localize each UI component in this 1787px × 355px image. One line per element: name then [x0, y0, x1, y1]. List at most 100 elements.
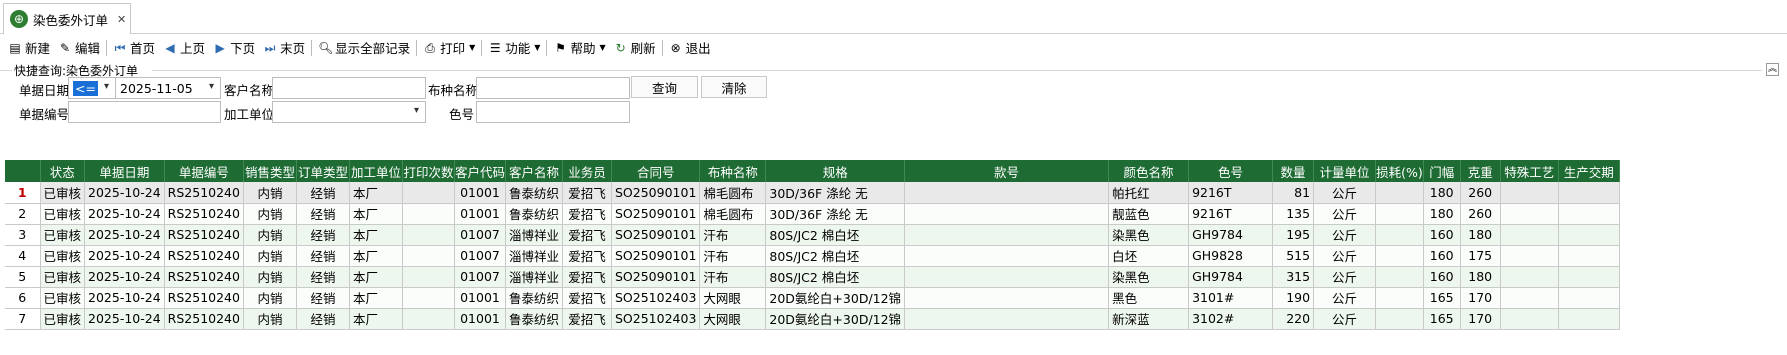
column-header[interactable]: 色号 — [1188, 160, 1274, 182]
cell-fabric[interactable]: 汗布 — [699, 245, 767, 267]
cell-unit[interactable]: 公斤 — [1313, 266, 1377, 288]
cell-delivery[interactable] — [1558, 182, 1620, 204]
cell-unit[interactable]: 公斤 — [1313, 308, 1377, 330]
column-header[interactable]: 加工单位 — [349, 160, 403, 182]
cell-special[interactable] — [1500, 203, 1559, 225]
cell-color[interactable]: 黑色 — [1108, 287, 1190, 309]
cell-width[interactable]: 160 — [1423, 224, 1461, 246]
cell-status[interactable]: 已审核 — [40, 203, 86, 225]
cell-order[interactable]: 经销 — [296, 203, 350, 225]
cell-cust[interactable]: 鲁泰纺织 — [505, 203, 564, 225]
cell-special[interactable] — [1500, 266, 1559, 288]
cell-width[interactable]: 165 — [1423, 287, 1461, 309]
cell-sale[interactable]: 内销 — [243, 266, 297, 288]
table-row[interactable]: 4 已审核 2025-10-24 RS2510240 内销 经销 本厂 01007 淄博祥业 爱招… — [5, 245, 1620, 267]
cell-width[interactable]: 165 — [1423, 308, 1461, 330]
show-all-button[interactable]: 🔍︎ 显示全部记录 — [314, 37, 414, 59]
cell-doc[interactable]: RS2510240 — [164, 203, 244, 225]
cell-code[interactable]: 01001 — [454, 287, 506, 309]
cell-code[interactable]: 01007 — [454, 224, 506, 246]
cell-print[interactable] — [402, 266, 455, 288]
cell-spec[interactable]: 30D/36F 涤纶 无 — [765, 182, 906, 204]
cell-color[interactable]: 染黑色 — [1108, 224, 1190, 246]
cell-style[interactable] — [904, 224, 1110, 246]
cell-weight[interactable]: 260 — [1460, 182, 1501, 204]
column-header[interactable]: 打印次数 — [402, 160, 455, 182]
cell-sale[interactable]: 内销 — [243, 182, 297, 204]
cell-sales[interactable]: 爱招飞 — [562, 308, 612, 330]
cell-proc[interactable]: 本厂 — [349, 308, 403, 330]
column-header[interactable]: 克重 — [1460, 160, 1501, 182]
column-header[interactable]: 业务员 — [562, 160, 612, 182]
cell-sales[interactable]: 爱招飞 — [562, 287, 612, 309]
cell-loss[interactable] — [1375, 224, 1424, 246]
cell-qty[interactable]: 515 — [1272, 245, 1315, 267]
column-header[interactable]: 门幅 — [1423, 160, 1461, 182]
cell-color[interactable]: 帕托红 — [1108, 182, 1190, 204]
cell-special[interactable] — [1500, 224, 1559, 246]
cell-order[interactable]: 经销 — [296, 287, 350, 309]
refresh-button[interactable]: ↻ 刷新 — [610, 37, 660, 59]
column-header[interactable]: 数量 — [1272, 160, 1315, 182]
cell-width[interactable]: 160 — [1423, 245, 1461, 267]
cell-color-no[interactable]: 9216T — [1188, 182, 1274, 204]
column-header[interactable]: 颜色名称 — [1108, 160, 1190, 182]
last-page-button[interactable]: ⏭ 末页 — [259, 37, 309, 59]
cell-color-no[interactable]: GH9828 — [1188, 245, 1274, 267]
cell-color-no[interactable]: 3101# — [1188, 287, 1274, 309]
cell-print[interactable] — [402, 245, 455, 267]
tab-dye-outsource-order[interactable]: ⊕ 染色委外订单 ✕ — [3, 3, 131, 34]
cell-qty[interactable]: 135 — [1272, 203, 1315, 225]
first-page-button[interactable]: ⏮ 首页 — [109, 37, 159, 59]
cell-sale[interactable]: 内销 — [243, 203, 297, 225]
cell-cust[interactable]: 鲁泰纺织 — [505, 287, 564, 309]
cell-status[interactable]: 已审核 — [40, 224, 86, 246]
cell-proc[interactable]: 本厂 — [349, 224, 403, 246]
cell-qty[interactable]: 220 — [1272, 308, 1315, 330]
cell-special[interactable] — [1500, 182, 1559, 204]
cell-fabric[interactable]: 汗布 — [699, 266, 767, 288]
cell-fabric[interactable]: 棉毛圆布 — [699, 182, 767, 204]
cell-delivery[interactable] — [1558, 266, 1620, 288]
cell-doc[interactable]: RS2510240 — [164, 224, 244, 246]
new-button[interactable]: ▤ 新建 — [4, 37, 54, 59]
cell-spec[interactable]: 20D氨纶白+30D/12锦 — [765, 287, 906, 309]
cell-contract[interactable]: SO25102403 — [611, 287, 701, 309]
cell-loss[interactable] — [1375, 245, 1424, 267]
cell-qty[interactable]: 315 — [1272, 266, 1315, 288]
cell-sales[interactable]: 爱招飞 — [562, 224, 612, 246]
cell-order[interactable]: 经销 — [296, 182, 350, 204]
exit-button[interactable]: ⊗ 退出 — [665, 37, 715, 59]
column-header[interactable]: 销售类型 — [243, 160, 297, 182]
cell-proc[interactable]: 本厂 — [349, 203, 403, 225]
cell-style[interactable] — [904, 245, 1110, 267]
cell-style[interactable] — [904, 182, 1110, 204]
cell-print[interactable] — [402, 203, 455, 225]
cell-status[interactable]: 已审核 — [40, 266, 86, 288]
cell-cust[interactable]: 鲁泰纺织 — [505, 308, 564, 330]
table-row[interactable]: 7 已审核 2025-10-24 RS2510240 内销 经销 本厂 01001 鲁泰纺织 爱招… — [5, 308, 1620, 330]
cell-proc[interactable]: 本厂 — [349, 266, 403, 288]
cell-spec[interactable]: 80S/JC2 棉白坯 — [765, 245, 906, 267]
cell-status[interactable]: 已审核 — [40, 287, 86, 309]
cell-proc[interactable]: 本厂 — [349, 245, 403, 267]
cell-print[interactable] — [402, 224, 455, 246]
cell-loss[interactable] — [1375, 308, 1424, 330]
cell-fabric[interactable]: 汗布 — [699, 224, 767, 246]
cell-special[interactable] — [1500, 287, 1559, 309]
cell-color-no[interactable]: GH9784 — [1188, 266, 1274, 288]
cell-date[interactable]: 2025-10-24 — [84, 308, 165, 330]
cell-doc[interactable]: RS2510240 — [164, 266, 244, 288]
cell-contract[interactable]: SO25090101 — [611, 203, 701, 225]
cell-proc[interactable]: 本厂 — [349, 182, 403, 204]
cell-special[interactable] — [1500, 245, 1559, 267]
cell-weight[interactable]: 175 — [1460, 245, 1501, 267]
cell-doc[interactable]: RS2510240 — [164, 245, 244, 267]
cell-delivery[interactable] — [1558, 224, 1620, 246]
cell-color-no[interactable]: GH9784 — [1188, 224, 1274, 246]
table-row[interactable]: 5 已审核 2025-10-24 RS2510240 内销 经销 本厂 01007 淄博祥业 爱招… — [5, 266, 1620, 288]
collapse-icon[interactable]: ︽ — [1766, 63, 1779, 76]
cell-unit[interactable]: 公斤 — [1313, 182, 1377, 204]
cell-date[interactable]: 2025-10-24 — [84, 287, 165, 309]
cell-contract[interactable]: SO25090101 — [611, 224, 701, 246]
